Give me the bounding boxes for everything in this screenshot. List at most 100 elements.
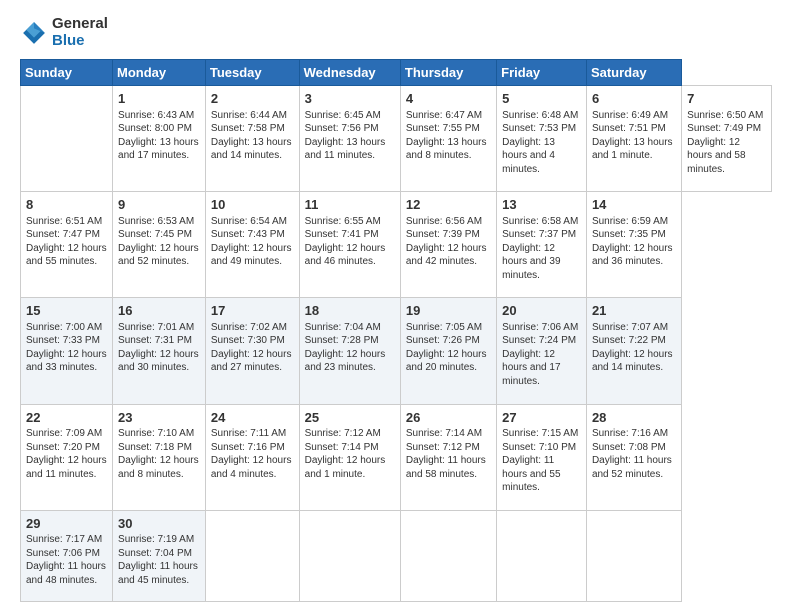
sunset-text: Sunset: 7:06 PM [26,548,100,559]
sunrise-text: Sunrise: 7:17 AM [26,534,102,545]
day-number: 29 [26,515,107,533]
daylight-text: Daylight: 12 hours and 20 minutes. [406,349,487,374]
sunrise-text: Sunrise: 7:06 AM [502,322,578,333]
weekday-header-row: SundayMondayTuesdayWednesdayThursdayFrid… [21,60,772,86]
sunrise-text: Sunrise: 6:51 AM [26,216,102,227]
weekday-thursday: Thursday [400,60,496,86]
daylight-text: Daylight: 12 hours and 4 minutes. [211,455,292,480]
sunset-text: Sunset: 7:35 PM [592,229,666,240]
sunrise-text: Sunrise: 6:49 AM [592,110,668,121]
day-number: 24 [211,409,294,427]
daylight-text: Daylight: 11 hours and 52 minutes. [592,455,672,480]
sunrise-text: Sunrise: 7:01 AM [118,322,194,333]
daylight-text: Daylight: 11 hours and 48 minutes. [26,561,106,586]
sunrise-text: Sunrise: 6:45 AM [305,110,381,121]
sunset-text: Sunset: 7:24 PM [502,335,576,346]
day-number: 2 [211,90,294,108]
day-number: 15 [26,302,107,320]
day-number: 9 [118,196,200,214]
empty-cell [21,86,113,192]
sunset-text: Sunset: 7:28 PM [305,335,379,346]
day-number: 25 [305,409,395,427]
day-cell-16: 16Sunrise: 7:01 AMSunset: 7:31 PMDayligh… [113,298,206,404]
empty-cell [205,510,299,601]
sunrise-text: Sunrise: 6:53 AM [118,216,194,227]
sunset-text: Sunset: 7:55 PM [406,123,480,134]
day-cell-20: 20Sunrise: 7:06 AMSunset: 7:24 PMDayligh… [497,298,587,404]
sunset-text: Sunset: 7:58 PM [211,123,285,134]
empty-cell [586,510,681,601]
sunrise-text: Sunrise: 6:59 AM [592,216,668,227]
day-cell-12: 12Sunrise: 6:56 AMSunset: 7:39 PMDayligh… [400,192,496,298]
sunset-text: Sunset: 7:12 PM [406,442,480,453]
sunset-text: Sunset: 8:00 PM [118,123,192,134]
sunset-text: Sunset: 7:26 PM [406,335,480,346]
day-number: 27 [502,409,581,427]
page: General Blue SundayMondayTuesdayWednesda… [0,0,792,612]
day-number: 3 [305,90,395,108]
day-number: 28 [592,409,676,427]
day-cell-9: 9 Sunrise: 6:53 AM Sunset: 7:45 PM Daylight… [113,192,206,298]
daylight-text: Daylight: 12 hours and 8 minutes. [118,455,199,480]
daylight-text: Daylight: 11 hours and 45 minutes. [118,561,198,586]
weekday-monday: Monday [113,60,206,86]
day-number: 23 [118,409,200,427]
day-number: 22 [26,409,107,427]
daylight-text: Daylight: 12 hours and 52 minutes. [118,243,199,268]
weekday-sunday: Sunday [21,60,113,86]
day-cell-18: 18Sunrise: 7:04 AMSunset: 7:28 PMDayligh… [299,298,400,404]
day-cell-14: 14Sunrise: 6:59 AMSunset: 7:35 PMDayligh… [586,192,681,298]
week-row-1: 1Sunrise: 6:43 AMSunset: 8:00 PMDaylight… [21,86,772,192]
day-cell-7: 7Sunrise: 6:50 AMSunset: 7:49 PMDaylight… [682,86,772,192]
day-number: 17 [211,302,294,320]
sunset-text: Sunset: 7:18 PM [118,442,192,453]
sunset-text: Sunset: 7:33 PM [26,335,100,346]
daylight-text: Daylight: 12 hours and 33 minutes. [26,349,107,374]
day-number: 30 [118,515,200,533]
day-cell-11: 11Sunrise: 6:55 AMSunset: 7:41 PMDayligh… [299,192,400,298]
day-cell-1: 1Sunrise: 6:43 AMSunset: 8:00 PMDaylight… [113,86,206,192]
daylight-text: Daylight: 13 hours and 17 minutes. [118,137,199,162]
sunset-text: Sunset: 7:08 PM [592,442,666,453]
day-number: 6 [592,90,676,108]
daylight-text: Daylight: 12 hours and 39 minutes. [502,243,560,281]
week-row-4: 22Sunrise: 7:09 AMSunset: 7:20 PMDayligh… [21,404,772,510]
day-number: 20 [502,302,581,320]
sunrise-text: Sunrise: 7:12 AM [305,428,381,439]
sunset-text: Sunset: 7:16 PM [211,442,285,453]
day-number: 12 [406,196,491,214]
sunset-text: Sunset: 7:49 PM [687,123,761,134]
week-row-3: 15Sunrise: 7:00 AMSunset: 7:33 PMDayligh… [21,298,772,404]
sunrise-text: Sunrise: 7:16 AM [592,428,668,439]
daylight-text: Daylight: 13 hours and 4 minutes. [502,137,555,175]
day-cell-23: 23Sunrise: 7:10 AM Sunset: 7:18 PM Dayligh… [113,404,206,510]
day-cell-26: 26Sunrise: 7:14 AMSunset: 7:12 PMDayligh… [400,404,496,510]
sunrise-text: Sunrise: 7:09 AM [26,428,102,439]
sunrise-text: Sunrise: 6:44 AM [211,110,287,121]
sunset-text: Sunset: 7:45 PM [118,229,192,240]
sunset-text: Sunset: 7:14 PM [305,442,379,453]
day-number: 13 [502,196,581,214]
sunrise-text: Sunrise: 6:43 AM [118,110,194,121]
day-cell-6: 6Sunrise: 6:49 AMSunset: 7:51 PMDaylight… [586,86,681,192]
day-number: 7 [687,90,766,108]
sunset-text: Sunset: 7:56 PM [305,123,379,134]
sunset-text: Sunset: 7:41 PM [305,229,379,240]
weekday-tuesday: Tuesday [205,60,299,86]
sunset-text: Sunset: 7:10 PM [502,442,576,453]
daylight-text: Daylight: 12 hours and 1 minute. [305,455,386,480]
day-cell-5: 5Sunrise: 6:48 AMSunset: 7:53 PMDaylight… [497,86,587,192]
sunrise-text: Sunrise: 7:04 AM [305,322,381,333]
day-number: 16 [118,302,200,320]
daylight-text: Daylight: 12 hours and 23 minutes. [305,349,386,374]
day-cell-4: 4Sunrise: 6:47 AMSunset: 7:55 PMDaylight… [400,86,496,192]
day-cell-15: 15Sunrise: 7:00 AMSunset: 7:33 PMDayligh… [21,298,113,404]
day-cell-22: 22Sunrise: 7:09 AMSunset: 7:20 PMDayligh… [21,404,113,510]
sunrise-text: Sunrise: 7:05 AM [406,322,482,333]
empty-cell [400,510,496,601]
empty-cell [497,510,587,601]
sunset-text: Sunset: 7:43 PM [211,229,285,240]
sunrise-text: Sunrise: 7:11 AM [211,428,286,439]
day-number: 19 [406,302,491,320]
sunrise-text: Sunrise: 7:10 AM [118,428,194,439]
